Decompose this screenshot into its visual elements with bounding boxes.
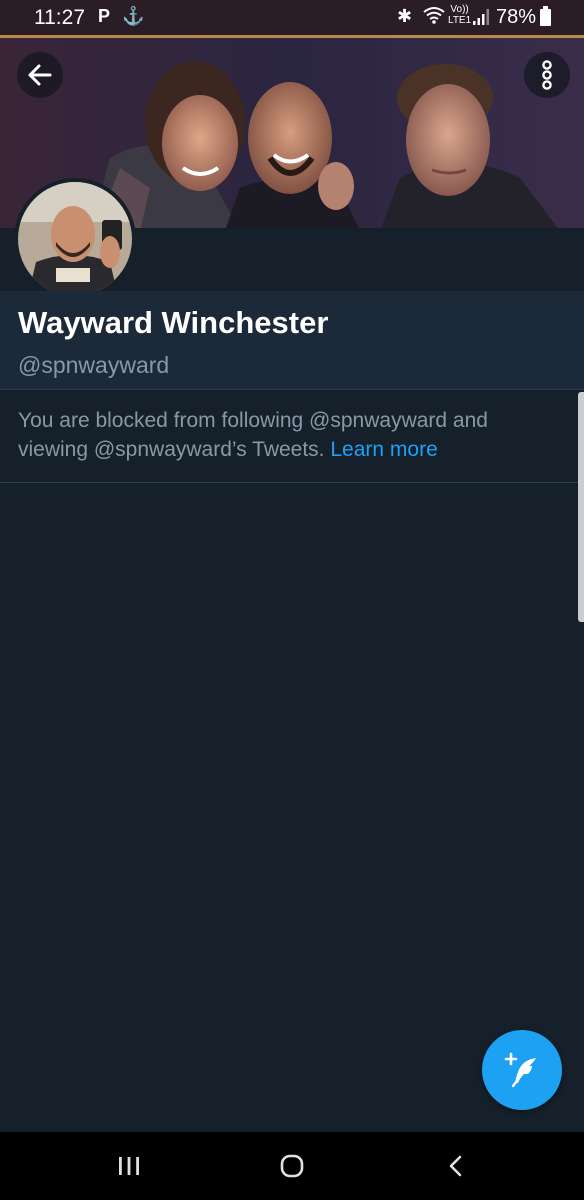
recent-apps-button[interactable] [84,1132,174,1200]
system-back-button[interactable] [411,1132,501,1200]
signal-strength-icon [473,9,489,25]
compose-tweet-button[interactable] [482,1030,562,1110]
profile-avatar[interactable] [14,178,136,300]
system-navigation-bar [0,1132,584,1200]
profile-handle: @spnwayward [18,352,170,378]
wifi-icon [423,7,445,24]
shopping-notification-icon: ⚓ [122,6,145,26]
more-options-button[interactable] [524,52,570,98]
volte-label: Vo)) [450,4,469,15]
volte-lte-indicator: Vo)) LTE1 [448,4,471,26]
status-bar: 11:27 P ⚓ ✱ Vo)) LTE1 78% [0,0,584,35]
lte-label: LTE1 [448,15,472,26]
scroll-indicator[interactable] [578,392,584,622]
back-button[interactable] [17,52,63,98]
blocked-notice: You are blocked from following @spnwaywa… [18,406,538,464]
learn-more-link[interactable]: Learn more [330,438,437,461]
profile-display-name: Wayward Winchester [18,305,329,340]
divider [0,389,584,390]
avatar-photo [18,182,132,296]
chevron-left-icon [449,1155,462,1177]
home-icon [280,1154,304,1178]
status-time: 11:27 [34,6,85,29]
arrow-left-icon [28,64,52,86]
recent-apps-icon [119,1157,139,1175]
battery-icon [540,6,551,26]
divider [0,482,584,483]
parking-notification-icon: P [98,6,111,26]
battery-percent: 78% [496,6,537,28]
compose-tweet-icon [504,1052,536,1088]
home-button[interactable] [247,1132,337,1200]
more-vertical-icon [542,60,552,90]
bluetooth-icon: ✱ [397,6,413,26]
profile-name-section: Wayward Winchester @spnwayward [0,291,584,389]
